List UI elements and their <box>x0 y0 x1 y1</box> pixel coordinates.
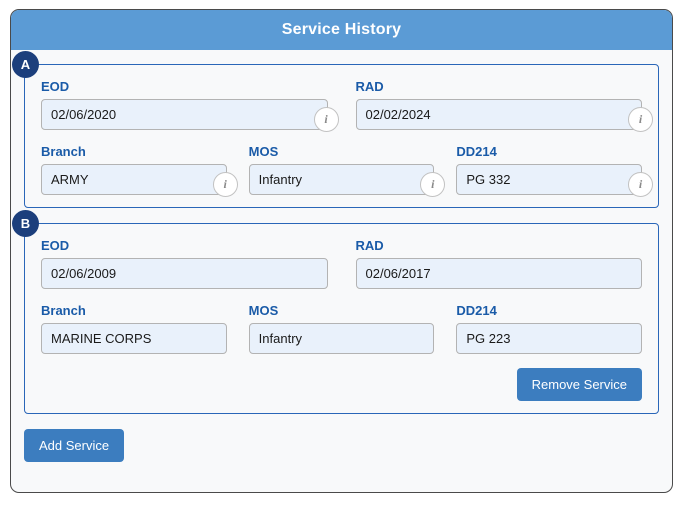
info-icon-mos-a[interactable]: i <box>420 172 446 197</box>
info-icon-eod-a[interactable]: i <box>313 107 339 132</box>
service-badge-b: B <box>12 210 39 237</box>
remove-service-button[interactable]: Remove Service <box>516 368 642 401</box>
field-eod-a: EOD i <box>41 79 339 132</box>
label-eod-b: EOD <box>41 238 70 253</box>
service-a-row-dates: EOD i RAD i <box>41 79 653 132</box>
service-badge-a: A <box>12 51 39 78</box>
input-branch-b[interactable] <box>41 323 227 354</box>
input-dd214-b[interactable] <box>456 323 643 354</box>
input-mos-b[interactable] <box>248 323 435 354</box>
field-mos-a: MOS i <box>248 144 446 197</box>
label-dd214-b: DD214 <box>456 303 497 318</box>
card-header: Service History <box>11 10 672 50</box>
input-rad-a[interactable] <box>355 99 642 130</box>
service-b-row-dates: EOD RAD <box>41 238 642 289</box>
service-b-row-details: Branch MOS DD214 <box>41 303 643 354</box>
label-dd214-a: DD214 <box>456 144 497 159</box>
input-eod-a[interactable] <box>41 99 328 130</box>
service-panel-b: B EOD RAD Branch <box>12 210 659 414</box>
field-rad-a: RAD i <box>355 79 653 132</box>
label-branch-b: Branch <box>41 303 86 318</box>
label-mos-a: MOS <box>248 144 279 159</box>
info-icon-rad-a[interactable]: i <box>628 107 653 132</box>
input-rad-b[interactable] <box>355 258 642 289</box>
field-eod-b: EOD <box>41 238 328 289</box>
label-rad-b: RAD <box>355 238 384 253</box>
input-dd214-a[interactable] <box>456 164 643 195</box>
label-rad-a: RAD <box>355 79 384 94</box>
card-body: A EOD i RAD i Branch <box>11 50 672 414</box>
add-service-button[interactable]: Add Service <box>24 429 125 462</box>
input-eod-b[interactable] <box>41 258 328 289</box>
service-a-row-details: Branch i MOS i DD214 i <box>41 144 654 197</box>
field-rad-b: RAD <box>355 238 642 289</box>
label-branch-a: Branch <box>41 144 86 159</box>
info-icon-branch-a[interactable]: i <box>212 172 238 197</box>
service-b-actions: Remove Service <box>41 368 642 401</box>
field-dd214-b: DD214 <box>456 303 643 354</box>
service-panel-a: A EOD i RAD i Branch <box>12 51 659 208</box>
label-eod-a: EOD <box>41 79 70 94</box>
field-branch-a: Branch i <box>41 144 238 197</box>
page-title: Service History <box>281 21 402 38</box>
service-history-screen: Service History A EOD i RAD i <box>0 0 683 507</box>
info-icon-dd214-a[interactable]: i <box>628 172 654 197</box>
input-branch-a[interactable] <box>41 164 227 195</box>
card-footer-actions: Add Service <box>11 429 672 476</box>
service-history-card: Service History A EOD i RAD i <box>10 9 673 493</box>
field-mos-b: MOS <box>248 303 435 354</box>
input-mos-a[interactable] <box>248 164 435 195</box>
field-branch-b: Branch <box>41 303 227 354</box>
field-dd214-a: DD214 i <box>456 144 654 197</box>
label-mos-b: MOS <box>248 303 279 318</box>
